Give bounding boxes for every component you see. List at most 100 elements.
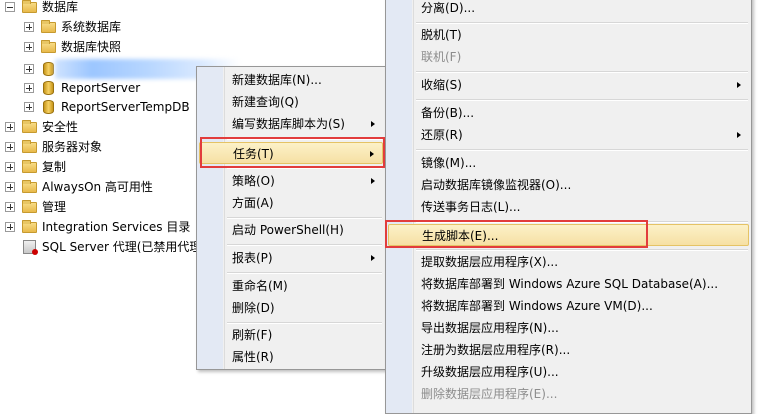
database-icon [43, 62, 54, 76]
menu-item-label: 启动 PowerShell(H) [232, 223, 344, 237]
menu-item-label: 删除(D) [232, 301, 275, 315]
menu-separator [227, 244, 382, 246]
folder-icon [22, 120, 37, 133]
menu-item-ship-transaction-logs[interactable]: 传送事务日志(L)... [388, 196, 749, 218]
database-icon [43, 100, 54, 114]
menu-item-label: 启动数据库镜像监视器(O)... [421, 178, 572, 192]
menu-item-label: 刷新(F) [232, 328, 273, 342]
tree-label: 数据库快照 [61, 40, 122, 54]
menu-item-reports[interactable]: 报表(P) [199, 247, 383, 269]
menu-separator [227, 272, 382, 274]
menu-item-label: 提取数据层应用程序(X)... [421, 255, 559, 269]
menu-item-label: 编写数据库脚本为(S) [232, 117, 345, 131]
submenu-arrow-icon [371, 178, 375, 184]
tree-label: 安全性 [42, 120, 79, 134]
expand-icon[interactable] [5, 202, 15, 212]
tree-node-sql-agent[interactable]: SQL Server 代理(已禁用代理 [0, 237, 200, 257]
tree-label: 管理 [42, 200, 67, 214]
menu-item-label: 新建数据库(N)... [232, 73, 322, 87]
folder-icon [22, 160, 37, 173]
menu-item-deploy-azure-vm[interactable]: 将数据库部署到 Windows Azure VM(D)... [388, 295, 749, 317]
submenu-arrow-icon [737, 82, 741, 88]
expand-icon[interactable] [24, 64, 34, 74]
menu-item-shrink[interactable]: 收缩(S) [388, 74, 749, 96]
submenu-arrow-icon [737, 132, 741, 138]
menu-item-refresh[interactable]: 刷新(F) [199, 324, 383, 346]
menu-item-label: 导出数据层应用程序(N)... [421, 321, 559, 335]
menu-item-label: 方面(A) [232, 196, 274, 210]
menu-item-label: 属性(R) [232, 350, 274, 364]
menu-separator [416, 71, 748, 73]
menu-item-backup[interactable]: 备份(B)... [388, 102, 749, 124]
menu-item-label: 分离(D)... [421, 1, 476, 15]
tasks-callout-box [200, 137, 385, 168]
expand-icon[interactable] [24, 83, 34, 93]
expand-icon[interactable] [5, 162, 15, 172]
menu-item-label: 注册为数据层应用程序(R)... [421, 343, 571, 357]
menu-item-new-query[interactable]: 新建查询(Q) [199, 91, 383, 113]
folder-icon [41, 20, 56, 33]
menu-item-label: 删除数据层应用程序(E)... [421, 387, 558, 401]
menu-item-label: 联机(F) [421, 50, 462, 64]
tree-label: Integration Services 目录 [42, 220, 191, 234]
menu-item-label: 重命名(M) [232, 279, 288, 293]
menu-item-facets[interactable]: 方面(A) [199, 192, 383, 214]
expand-icon[interactable] [5, 182, 15, 192]
folder-icon [41, 40, 56, 53]
menu-item-delete[interactable]: 删除(D) [199, 297, 383, 319]
folder-icon [22, 180, 37, 193]
menu-item-label: 备份(B)... [421, 106, 475, 120]
sql-agent-icon [23, 240, 38, 255]
folder-icon [22, 0, 37, 13]
menu-item-label: 镜像(M)... [421, 156, 477, 170]
menu-item-label: 收缩(S) [421, 78, 462, 92]
menu-item-restore[interactable]: 还原(R) [388, 124, 749, 146]
tree-label: ReportServer [61, 81, 141, 95]
menu-item-delete-data-tier-app: 删除数据层应用程序(E)... [388, 383, 749, 405]
menu-item-export-data-tier-app[interactable]: 导出数据层应用程序(N)... [388, 317, 749, 339]
menu-item-script-database-as[interactable]: 编写数据库脚本为(S) [199, 113, 383, 135]
folder-icon [22, 200, 37, 213]
expand-icon[interactable] [24, 22, 34, 32]
expand-icon[interactable] [5, 142, 15, 152]
menu-item-label: 传送事务日志(L)... [421, 200, 521, 214]
menu-item-register-data-tier-app[interactable]: 注册为数据层应用程序(R)... [388, 339, 749, 361]
menu-separator [416, 99, 748, 101]
submenu-arrow-icon [371, 255, 375, 261]
menu-item-mirror[interactable]: 镜像(M)... [388, 152, 749, 174]
expand-icon[interactable] [24, 102, 34, 112]
submenu-arrow-icon [371, 121, 375, 127]
generate-scripts-callout-box [385, 220, 648, 248]
menu-item-rename[interactable]: 重命名(M) [199, 275, 383, 297]
menu-item-policies[interactable]: 策略(O) [199, 170, 383, 192]
tree-label: 复制 [42, 160, 67, 174]
menu-item-upgrade-data-tier-app[interactable]: 升级数据层应用程序(U)... [388, 361, 749, 383]
menu-item-properties[interactable]: 属性(R) [199, 346, 383, 368]
menu-item-label: 将数据库部署到 Windows Azure VM(D)... [421, 299, 653, 313]
collapse-icon[interactable] [5, 2, 15, 12]
tree-label: ReportServerTempDB [61, 100, 190, 114]
tree-label: 系统数据库 [61, 20, 122, 34]
menu-item-take-offline[interactable]: 脱机(T) [388, 24, 749, 46]
menu-item-start-powershell[interactable]: 启动 PowerShell(H) [199, 219, 383, 241]
menu-item-label: 报表(P) [232, 251, 273, 265]
menu-item-extract-data-tier-app[interactable]: 提取数据层应用程序(X)... [388, 251, 749, 273]
menu-item-launch-mirroring-monitor[interactable]: 启动数据库镜像监视器(O)... [388, 174, 749, 196]
tree-label: AlwaysOn 高可用性 [42, 180, 153, 194]
menu-item-label: 脱机(T) [421, 28, 462, 42]
menu-item-deploy-azure-sql[interactable]: 将数据库部署到 Windows Azure SQL Database(A)... [388, 273, 749, 295]
folder-icon [22, 140, 37, 153]
menu-item-label: 升级数据层应用程序(U)... [421, 365, 559, 379]
folder-icon [22, 220, 37, 233]
expand-icon[interactable] [5, 222, 15, 232]
menu-item-label: 将数据库部署到 Windows Azure SQL Database(A)... [421, 277, 719, 291]
menu-item-label: 策略(O) [232, 174, 275, 188]
menu-item-new-database[interactable]: 新建数据库(N)... [199, 69, 383, 91]
expand-icon[interactable] [5, 122, 15, 132]
tasks-submenu: 分离(D)... 脱机(T) 联机(F) 收缩(S) 备份(B)... 还原(R… [385, 0, 752, 414]
database-icon [43, 81, 54, 95]
expand-icon[interactable] [24, 42, 34, 52]
tree-label: 数据库 [42, 0, 79, 14]
menu-item-detach[interactable]: 分离(D)... [388, 0, 749, 19]
menu-separator [416, 149, 748, 151]
